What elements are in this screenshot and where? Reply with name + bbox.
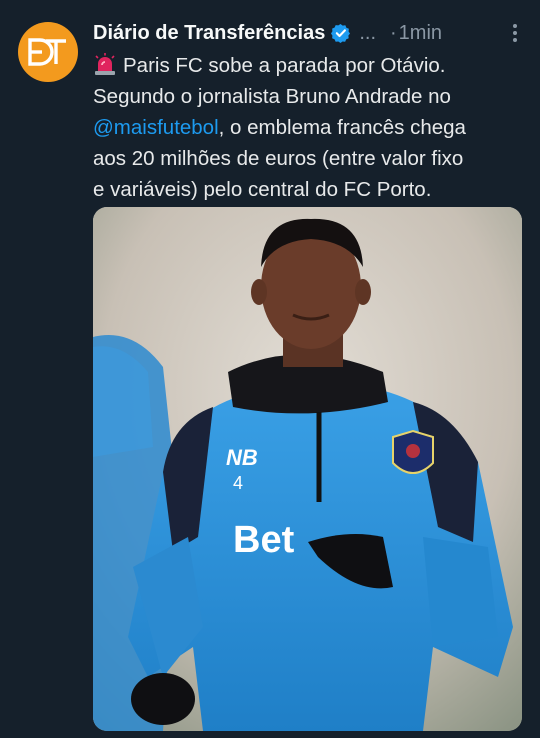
tweet-photo[interactable]: NB 4 Bet — [93, 207, 522, 731]
tweet-line-5: e variáveis) pelo central do FC Porto. — [93, 178, 432, 201]
tweet[interactable]: Diário de Transferências ... · 1min Pari… — [0, 0, 540, 738]
tweet-line-3: @maisfutebol, o emblema francês chega — [93, 112, 528, 143]
tweet-line-3-rest: , o emblema francês chega — [218, 116, 466, 139]
author-avatar[interactable] — [18, 22, 78, 82]
tweet-line-1-text: Paris FC sobe a parada por Otávio. — [123, 54, 446, 77]
more-options-icon[interactable] — [504, 22, 526, 44]
tweet-line-1: Paris FC sobe a parada por Otávio. — [93, 50, 528, 81]
tweet-line-4: aos 20 milhões de euros (entre valor fix… — [93, 147, 464, 170]
author-handle[interactable]: ... — [359, 22, 376, 45]
author-name[interactable]: Diário de Transferências — [93, 22, 325, 45]
mention-link[interactable]: @maisfutebol — [93, 116, 219, 139]
tweet-timestamp[interactable]: 1min — [399, 22, 442, 45]
tweet-line-2: Segundo o jornalista Bruno Andrade no — [93, 85, 451, 108]
tweet-text: Paris FC sobe a parada por Otávio. Segun… — [93, 50, 528, 205]
shirt-sponsor: Bet — [233, 519, 295, 561]
diario-transferencias-logo-icon — [28, 38, 66, 66]
svg-text:NB: NB — [226, 445, 258, 470]
verified-badge-icon — [331, 23, 351, 43]
player-photo-illustration: NB 4 Bet — [93, 207, 522, 731]
separator-dot: · — [390, 21, 397, 44]
tweet-header: Diário de Transferências ... · 1min — [93, 18, 526, 48]
siren-icon — [93, 53, 117, 75]
shirt-number: 4 — [233, 473, 243, 493]
